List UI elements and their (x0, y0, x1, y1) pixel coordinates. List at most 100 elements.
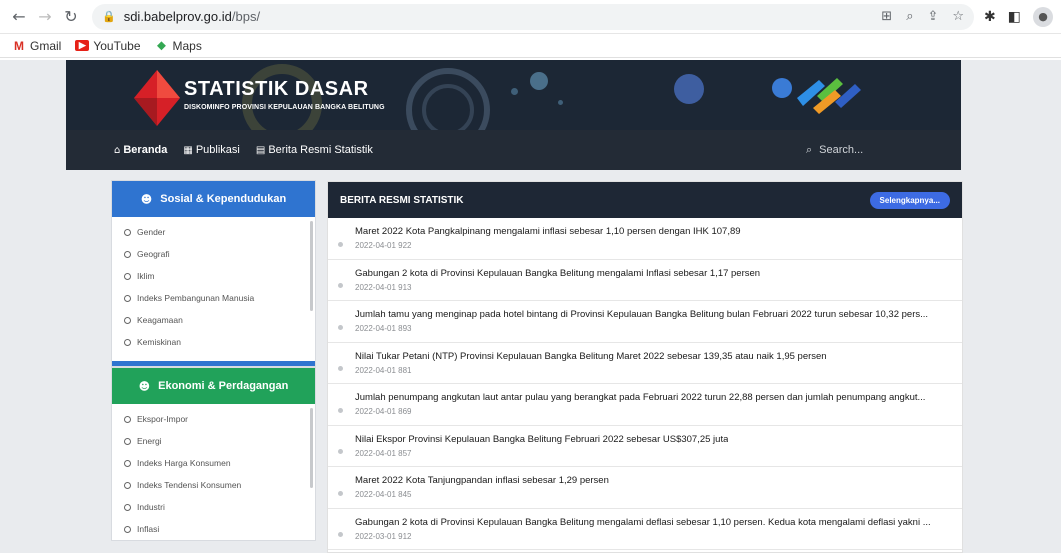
nav-berita-resmi-statistik[interactable]: ▤ Berita Resmi Statistik (256, 144, 373, 156)
news-item-meta: 2022-04-01 845 (355, 490, 412, 500)
bullet-icon (338, 449, 343, 455)
category-item[interactable]: Indeks Harga Konsumen (112, 452, 315, 474)
more-button[interactable]: Selengkapnya... (869, 191, 950, 209)
bookmark-gmail[interactable]: M Gmail (12, 39, 61, 53)
news-item-title[interactable]: Nilai Tukar Petani (NTP) Provinsi Kepula… (355, 351, 827, 362)
category-item[interactable]: Indeks Tendensi Konsumen (112, 474, 315, 496)
news-panel: BERITA RESMI STATISTIK Selengkapnya... M… (327, 181, 963, 553)
search-icon: ⌕ (806, 143, 813, 156)
circle-icon (124, 272, 131, 280)
users-icon: ☻ (140, 192, 153, 206)
news-item-title[interactable]: Maret 2022 Kota Tanjungpandan inflasi se… (355, 475, 609, 486)
category-item[interactable]: Keagamaan (112, 309, 315, 331)
category-item[interactable]: Geografi (112, 243, 315, 265)
maps-pin-icon: ⬥ (157, 38, 166, 52)
panel-title: Sosial & Kependudukan (160, 193, 287, 205)
decor-ring (422, 84, 474, 130)
extensions-icon[interactable]: ✱ (984, 9, 996, 25)
category-item[interactable]: Indeks Pembangunan Manusia (112, 287, 315, 309)
nav-label: Berita Resmi Statistik (268, 144, 373, 156)
news-item[interactable]: Maret 2022 Kota Pangkalpinang mengalami … (328, 218, 962, 260)
news-item-meta: 2022-04-01 913 (355, 282, 412, 292)
bookmark-label: Maps (172, 38, 202, 53)
translate-icon[interactable]: ⊞ (881, 9, 892, 24)
news-item-meta: 2022-04-01 922 (355, 241, 412, 251)
youtube-icon: ▶ (75, 40, 90, 51)
zoom-icon[interactable]: ⌕ (906, 9, 913, 24)
back-icon[interactable]: ← (8, 6, 30, 28)
decor-dot (674, 74, 704, 104)
sidepanel-icon[interactable]: ◧ (1008, 9, 1021, 25)
nav-publikasi[interactable]: ▦ Publikasi (183, 144, 239, 156)
panel-sosial-kependudukan: ☻ Sosial & Kependudukan Gender Geografi … (111, 180, 316, 367)
category-item[interactable]: Iklim (112, 265, 315, 287)
category-item[interactable]: Industri (112, 496, 315, 518)
circle-icon (124, 481, 131, 489)
panel-scrollbar[interactable] (310, 408, 313, 488)
category-item[interactable]: Kemiskinan (112, 331, 315, 353)
site-subtitle: DISKOMINFO PROVINSI KEPULAUAN BANGKA BEL… (184, 104, 385, 111)
newspaper-icon: ▤ (255, 144, 266, 156)
decor-dot (511, 88, 518, 95)
circle-icon (124, 338, 131, 346)
reload-icon[interactable]: ↻ (60, 6, 82, 28)
news-item-meta: 2022-04-01 869 (355, 407, 412, 417)
news-item[interactable]: Maret 2022 Kota Tanjungpandan inflasi se… (328, 467, 962, 509)
main-navbar: ⌂ Beranda ▦ Publikasi ▤ Berita Resmi Sta… (66, 130, 961, 170)
news-item-title[interactable]: Jumlah penumpang angkutan laut antar pul… (355, 392, 925, 403)
search-input[interactable]: Search... (819, 144, 863, 156)
grid-icon: ▦ (183, 144, 193, 156)
nav-label: Publikasi (195, 144, 240, 156)
site-logo-icon (134, 70, 180, 126)
share-icon[interactable]: ⇪ (927, 9, 938, 24)
panel-list: Ekspor-Impor Energi Indeks Harga Konsume… (112, 404, 315, 540)
news-item-meta: 2022-04-01 857 (355, 448, 412, 458)
circle-icon (124, 525, 131, 533)
nav-beranda[interactable]: ⌂ Beranda (114, 144, 167, 156)
users-icon: ☻ (138, 379, 151, 393)
panel-header[interactable]: ☻ Sosial & Kependudukan (112, 181, 315, 217)
news-item-title[interactable]: Gabungan 2 kota di Provinsi Kepulauan Ba… (355, 268, 760, 279)
panel-header[interactable]: ☻ Ekonomi & Perdagangan (112, 368, 315, 404)
panel-footer-bar (112, 361, 315, 366)
address-bar[interactable]: 🔒 sdi.babelprov.go.id/bps/ ⊞ ⌕ ⇪ ☆ (92, 3, 975, 30)
news-item[interactable]: Nilai Tukar Petani (NTP) Provinsi Kepula… (328, 343, 962, 384)
page-content: STATISTIK DASAR DISKOMINFO PROVINSI KEPU… (0, 60, 1061, 553)
site-title: STATISTIK DASAR (184, 78, 369, 100)
news-item[interactable]: Gabungan 2 kota di Provinsi Kepulauan Ba… (328, 509, 962, 550)
news-item[interactable]: Jumlah tamu yang menginap pada hotel bin… (328, 301, 962, 343)
bookmark-star-icon[interactable]: ☆ (952, 9, 964, 24)
bullet-icon (338, 490, 343, 496)
bullet-icon (338, 532, 343, 538)
bookmark-label: Gmail (30, 38, 62, 53)
bullet-icon (338, 283, 343, 289)
news-item[interactable]: Gabungan 2 kota di Provinsi Kepulauan Ba… (328, 260, 962, 301)
category-item[interactable]: Energi (112, 430, 315, 452)
news-item[interactable]: Nilai Ekspor Provinsi Kepulauan Bangka B… (328, 426, 962, 467)
site-banner: STATISTIK DASAR DISKOMINFO PROVINSI KEPU… (66, 60, 961, 130)
browser-toolbar: ← → ↻ 🔒 sdi.babelprov.go.id/bps/ ⊞ ⌕ ⇪ ☆… (0, 0, 1061, 34)
panel-scrollbar[interactable] (310, 221, 313, 311)
news-item-title[interactable]: Gabungan 2 kota di Provinsi Kepulauan Ba… (355, 517, 931, 528)
search-box[interactable]: ⌕ Search... (806, 143, 863, 157)
circle-icon (124, 228, 131, 236)
bookmarks-bar: M Gmail ▶ YouTube ⬥ Maps (0, 34, 1061, 58)
bookmark-youtube[interactable]: ▶ YouTube (75, 39, 141, 53)
home-icon: ⌂ (114, 144, 121, 156)
circle-icon (124, 415, 131, 423)
profile-avatar-icon[interactable]: ● (1033, 6, 1053, 27)
news-item-title[interactable]: Maret 2022 Kota Pangkalpinang mengalami … (355, 226, 741, 237)
category-item[interactable]: Inflasi (112, 518, 315, 540)
news-item-meta: 2022-04-01 881 (355, 365, 412, 375)
url-text: sdi.babelprov.go.id/bps/ (123, 9, 261, 24)
bookmark-maps[interactable]: ⬥ Maps (155, 38, 202, 53)
news-item[interactable]: Jumlah penumpang angkutan laut antar pul… (328, 384, 962, 426)
news-item-title[interactable]: Jumlah tamu yang menginap pada hotel bin… (355, 309, 928, 320)
news-item-title[interactable]: Nilai Ekspor Provinsi Kepulauan Bangka B… (355, 434, 728, 445)
lock-icon: 🔒 (102, 10, 116, 23)
bullet-icon (338, 324, 343, 330)
category-item[interactable]: Ekspor-Impor (112, 408, 315, 430)
category-item[interactable]: Gender (112, 221, 315, 243)
bullet-icon (338, 241, 343, 247)
forward-icon[interactable]: → (34, 6, 56, 28)
